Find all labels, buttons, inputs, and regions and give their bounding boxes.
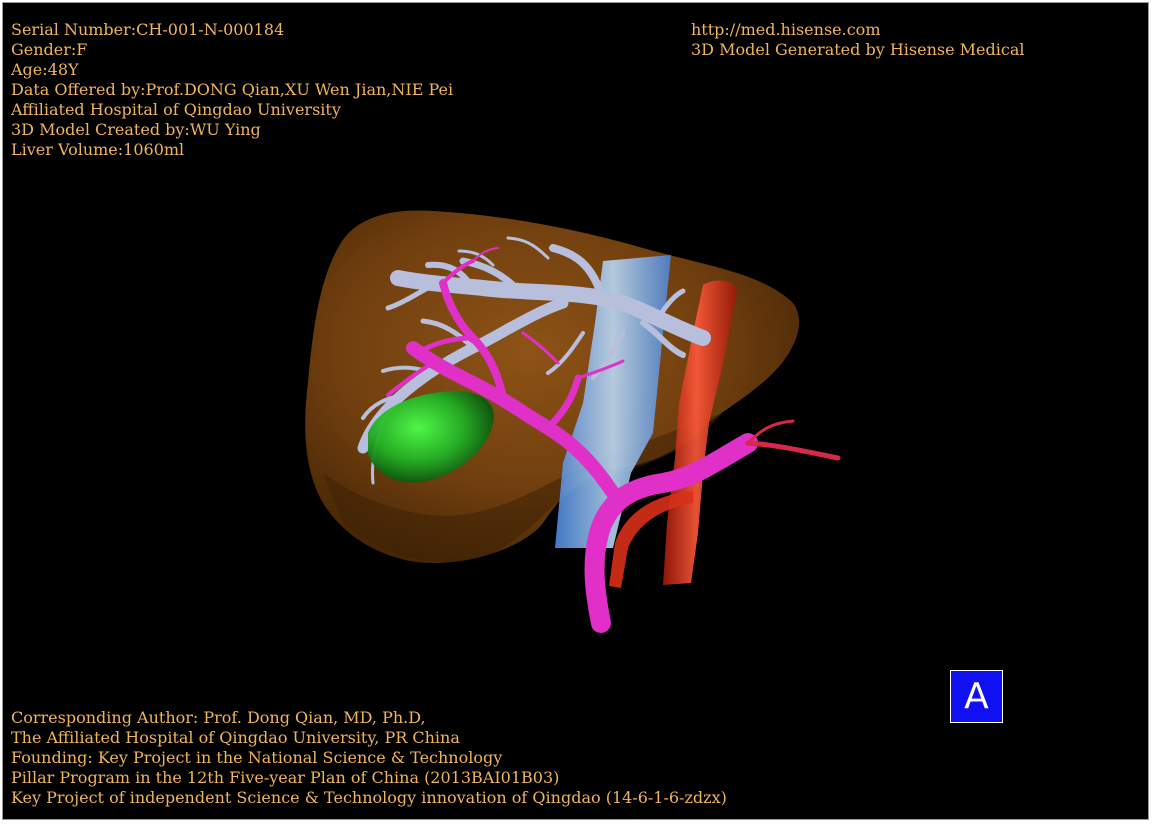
liver-volume: Liver Volume:1060ml [11, 140, 185, 159]
view-label-badge: A [950, 670, 1003, 723]
website-link[interactable]: http://med.hisense.com [691, 20, 1024, 40]
hospital: Affiliated Hospital of Qingdao Universit… [11, 100, 341, 119]
generator-credit: 3D Model Generated by Hisense Medical [691, 40, 1025, 59]
age: Age:48Y [11, 60, 79, 79]
data-offered-by: Data Offered by:Prof.DONG Qian,XU Wen Ji… [11, 80, 454, 99]
credit-line: Corresponding Author: Prof. Dong Qian, M… [11, 708, 426, 727]
patient-info-block: Serial Number:CH-001-N-000184 Gender:F A… [11, 20, 453, 160]
source-info-block: http://med.hisense.com 3D Model Generate… [691, 20, 1024, 60]
viewer-frame: Serial Number:CH-001-N-000184 Gender:F A… [2, 2, 1149, 820]
credits-block: Corresponding Author: Prof. Dong Qian, M… [11, 708, 727, 808]
credit-line: Key Project of independent Science & Tec… [11, 788, 727, 807]
serial-number: Serial Number:CH-001-N-000184 [11, 20, 285, 39]
model-created-by: 3D Model Created by:WU Ying [11, 120, 261, 139]
credit-line: The Affiliated Hospital of Qingdao Unive… [11, 728, 460, 747]
credit-line: Pillar Program in the 12th Five-year Pla… [11, 768, 560, 787]
gender: Gender:F [11, 40, 88, 59]
credit-line: Founding: Key Project in the National Sc… [11, 748, 503, 767]
